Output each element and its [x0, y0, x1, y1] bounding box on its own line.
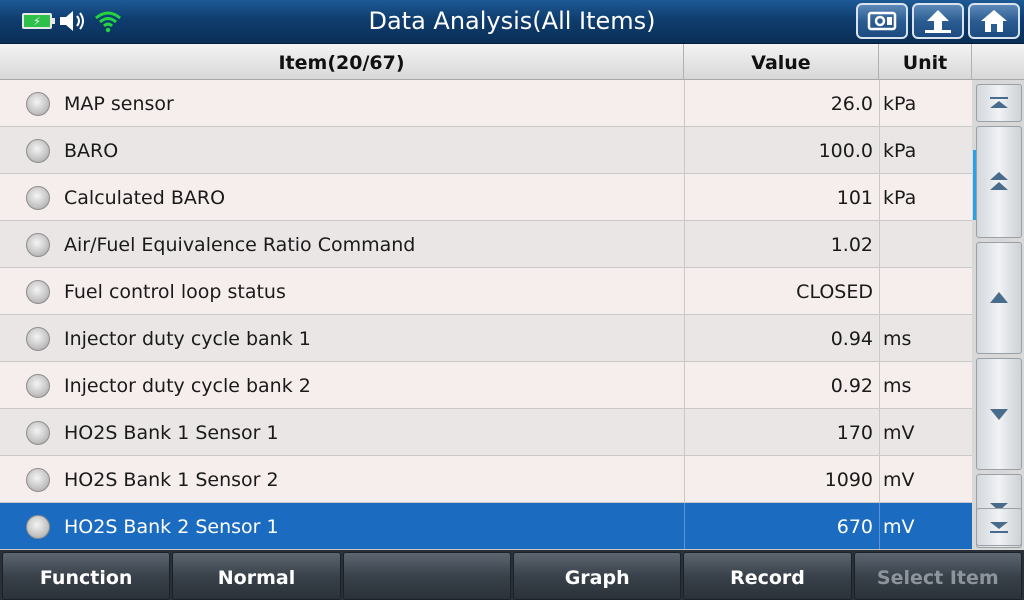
row-radio-icon[interactable] — [26, 421, 50, 445]
scrollbar[interactable] — [972, 80, 1024, 550]
row-radio-icon[interactable] — [26, 186, 50, 210]
row-radio-icon[interactable] — [26, 92, 50, 116]
back-button[interactable] — [912, 3, 964, 39]
table-row[interactable]: Injector duty cycle bank 2 0.92 ms — [0, 362, 972, 409]
table-row[interactable]: HO2S Bank 2 Sensor 1 670 mV — [0, 503, 972, 550]
record-button[interactable]: Record — [683, 552, 852, 600]
row-item-name: Air/Fuel Equivalence Ratio Command — [64, 234, 416, 256]
scroll-top-icon — [990, 97, 1008, 108]
row-unit: mV — [879, 456, 972, 502]
row-item-name: HO2S Bank 1 Sensor 2 — [64, 469, 279, 491]
line-up-icon — [990, 292, 1008, 303]
table-body: MAP sensor 26.0 kPa BARO 100.0 kPa Calculated … — [0, 80, 972, 550]
row-item-name: HO2S Bank 1 Sensor 1 — [64, 422, 279, 444]
row-unit: mV — [879, 409, 972, 455]
column-header-value: Value — [684, 44, 879, 80]
line-down-icon — [990, 409, 1008, 420]
select-item-button[interactable]: Select Item — [853, 552, 1022, 600]
table-row[interactable]: HO2S Bank 1 Sensor 2 1090 mV — [0, 456, 972, 503]
page-up-icon — [990, 172, 1008, 190]
row-radio-icon[interactable] — [26, 233, 50, 257]
scroll-bottom-icon — [990, 522, 1008, 533]
row-item-name: HO2S Bank 2 Sensor 1 — [64, 516, 279, 538]
graph-button[interactable]: Graph — [512, 552, 682, 600]
table-row[interactable]: Injector duty cycle bank 1 0.94 ms — [0, 315, 972, 362]
row-unit: ms — [879, 362, 972, 408]
column-header-item[interactable]: Item(20/67) — [0, 44, 684, 80]
row-value: 100.0 — [684, 127, 879, 173]
row-value: 1.02 — [684, 221, 879, 267]
screenshot-icon — [867, 11, 897, 31]
row-radio-icon[interactable] — [26, 468, 50, 492]
title-bar: ⚡ Data Analysis(All Items) — [0, 0, 1024, 44]
row-item-name: MAP sensor — [64, 93, 174, 115]
row-value: 26.0 — [684, 80, 879, 126]
scroll-top-button[interactable] — [976, 84, 1022, 122]
row-radio-icon[interactable] — [26, 327, 50, 351]
row-item-name: Calculated BARO — [64, 187, 226, 209]
row-radio-icon[interactable] — [26, 374, 50, 398]
row-value: 0.94 — [684, 315, 879, 361]
scroll-bottom-button[interactable] — [976, 508, 1022, 546]
row-unit — [879, 221, 972, 267]
row-radio-icon[interactable] — [26, 139, 50, 163]
line-down-button[interactable] — [976, 358, 1022, 470]
function-bar: Function Normal Graph Record Select Item — [0, 550, 1024, 600]
row-unit: kPa — [879, 80, 972, 126]
table-row[interactable]: BARO 100.0 kPa — [0, 127, 972, 174]
home-button[interactable] — [968, 3, 1020, 39]
row-item-name: Injector duty cycle bank 2 — [64, 375, 311, 397]
row-value: 1090 — [684, 456, 879, 502]
row-unit: kPa — [879, 127, 972, 173]
table-row[interactable]: Fuel control loop status CLOSED — [0, 268, 972, 315]
home-icon — [981, 10, 1007, 32]
page-up-button[interactable] — [976, 126, 1022, 238]
row-value: CLOSED — [684, 268, 879, 314]
row-value: 101 — [684, 174, 879, 220]
column-header-spacer — [972, 44, 1024, 80]
row-unit: mV — [879, 503, 972, 549]
data-table: Item(20/67) Value Unit MAP sensor 26.0 kPa… — [0, 44, 1024, 550]
row-unit: kPa — [879, 174, 972, 220]
row-value: 0.92 — [684, 362, 879, 408]
table-row[interactable]: MAP sensor 26.0 kPa — [0, 80, 972, 127]
table-header: Item(20/67) Value Unit — [0, 44, 1024, 80]
table-row[interactable]: Air/Fuel Equivalence Ratio Command 1.02 — [0, 221, 972, 268]
row-item-name: Fuel control loop status — [64, 281, 286, 303]
row-radio-icon[interactable] — [26, 280, 50, 304]
column-header-unit: Unit — [879, 44, 972, 80]
table-row[interactable]: HO2S Bank 1 Sensor 1 170 mV — [0, 409, 972, 456]
row-unit — [879, 268, 972, 314]
row-unit: ms — [879, 315, 972, 361]
normal-button[interactable]: Normal — [172, 552, 341, 600]
back-up-arrow-icon — [925, 10, 951, 33]
row-item-name: Injector duty cycle bank 1 — [64, 328, 311, 350]
row-item-name: BARO — [64, 140, 119, 162]
row-radio-icon[interactable] — [26, 515, 50, 539]
screenshot-button[interactable] — [856, 3, 908, 39]
row-value: 670 — [684, 503, 879, 549]
table-row[interactable]: Calculated BARO 101 kPa — [0, 174, 972, 221]
row-value: 170 — [684, 409, 879, 455]
blank-button[interactable] — [342, 552, 511, 600]
title-bar-buttons — [856, 3, 1020, 39]
function-button[interactable]: Function — [2, 552, 171, 600]
line-up-button[interactable] — [976, 242, 1022, 354]
